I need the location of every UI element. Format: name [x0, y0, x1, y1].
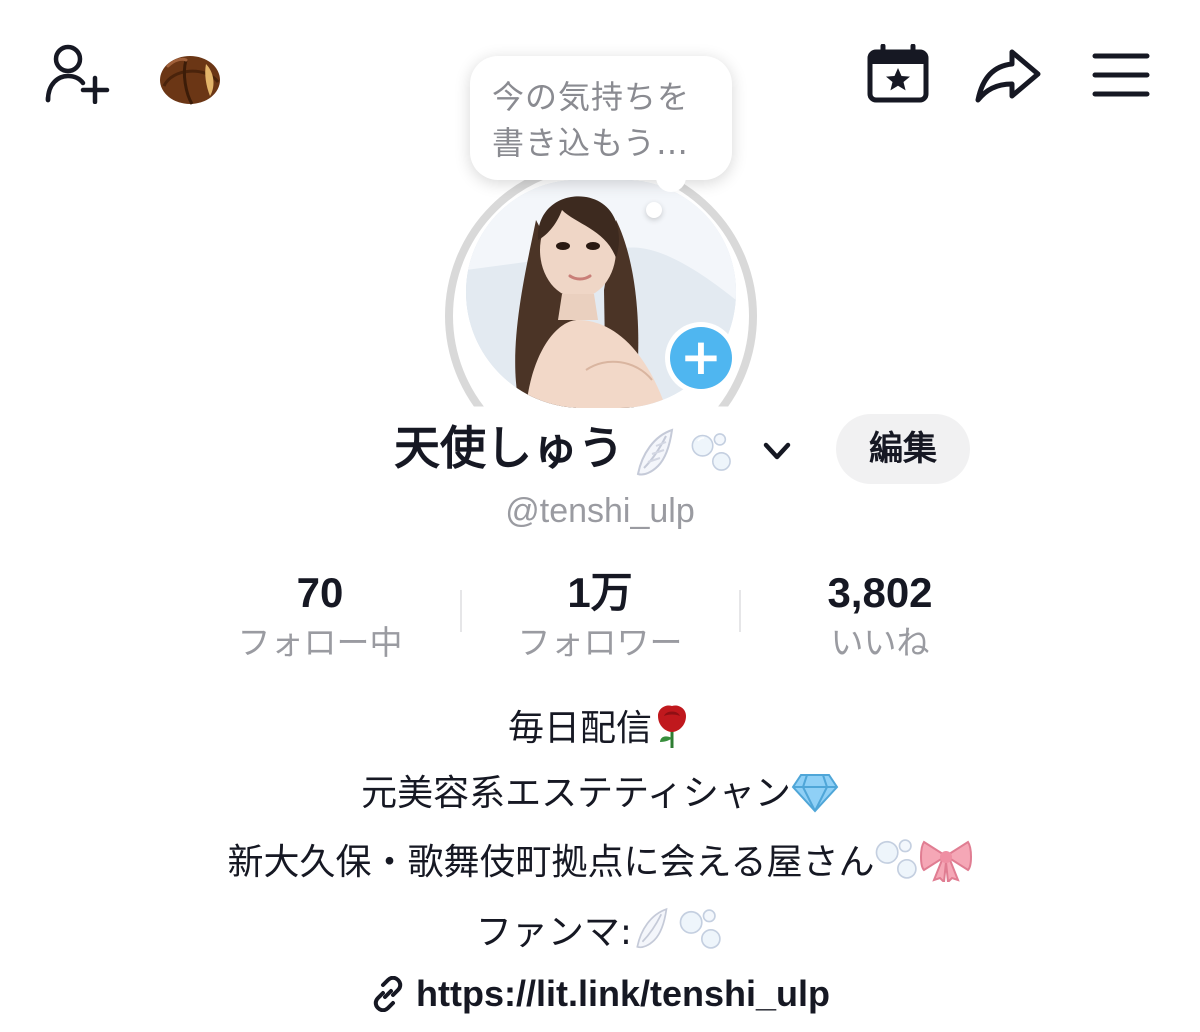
username-handle: @tenshi_ulp: [505, 492, 695, 530]
bio-line: 新大久保・歌舞伎町拠点に会える屋さん: [0, 836, 1200, 887]
stat-label: いいね: [830, 623, 930, 662]
stat-divider: [739, 590, 741, 632]
stat-divider: [460, 590, 462, 632]
profile-name: 天使しゅう: [394, 421, 624, 475]
stat-value: 1万: [567, 569, 633, 616]
link-icon: [373, 975, 403, 1013]
stat-value: 3,802: [827, 569, 933, 616]
share-icon[interactable]: [974, 46, 1044, 104]
plus-icon: +: [670, 327, 732, 389]
wing-emoji: [636, 428, 674, 476]
bio-line: 毎日配信: [0, 704, 1200, 753]
bubble-line-1: 今の気持ちを: [492, 78, 691, 116]
bubbles-emoji: [691, 433, 731, 471]
stat-followers[interactable]: 1万 フォロワー: [500, 566, 700, 666]
bio-text: 新大久保・歌舞伎町拠点に会える屋さん: [227, 842, 875, 883]
bio-text: 元美容系エステティシャン: [361, 773, 791, 814]
chestnut-icon[interactable]: [156, 46, 224, 108]
add-story-button[interactable]: +: [665, 322, 737, 394]
status-thought-bubble[interactable]: 今の気持ちを 書き込もう…: [470, 56, 732, 180]
calendar-star-icon[interactable]: [866, 44, 930, 104]
bubbles-emoji: [679, 909, 721, 949]
chevron-down-icon[interactable]: [762, 436, 792, 466]
stat-following[interactable]: 70 フォロー中: [220, 566, 420, 666]
stat-likes[interactable]: 3,802 いいね: [780, 566, 980, 666]
wing-emoji: [636, 907, 668, 949]
link-text: https://lit.link/tenshi_ulp: [416, 973, 830, 1014]
add-user-icon[interactable]: [44, 42, 112, 104]
bubble-tail-dot: [646, 202, 662, 218]
bubble-line-2: 書き込もう…: [492, 124, 690, 162]
bio-line: ファンマ:: [0, 904, 1200, 957]
bio-line: 元美容系エステティシャン: [0, 770, 1200, 818]
stat-label: フォロー中: [237, 623, 403, 662]
edit-profile-button[interactable]: 編集: [836, 414, 970, 484]
stat-label: フォロワー: [517, 623, 683, 662]
bio-text: ファンマ:: [475, 912, 633, 953]
menu-icon[interactable]: [1092, 52, 1150, 98]
gem-emoji: [791, 774, 839, 813]
bio-text: 毎日配信: [507, 708, 652, 749]
profile-link[interactable]: https://lit.link/tenshi_ulp: [0, 970, 1200, 1018]
bubbles-emoji: [876, 839, 918, 879]
rose-emoji: [658, 705, 686, 748]
ribbon-emoji: [920, 840, 973, 885]
stat-value: 70: [296, 569, 344, 616]
